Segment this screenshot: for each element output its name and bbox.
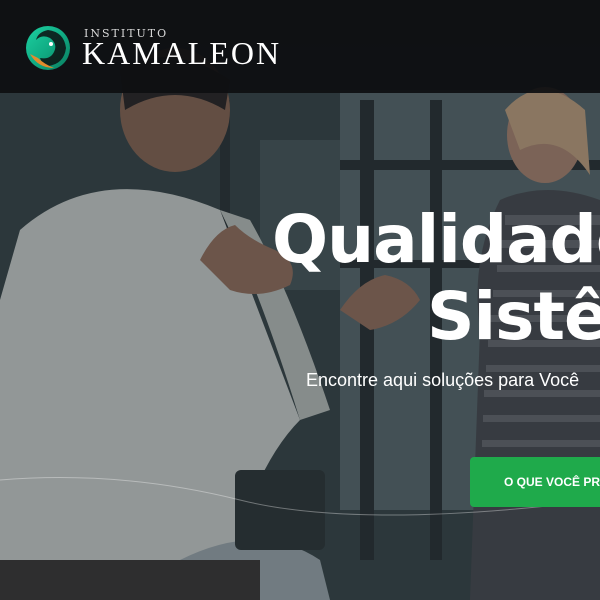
page: INSTITUTO KAMALEON Qualidade Sistê Encon… — [0, 0, 600, 600]
hero-headline-line2: Sistê — [427, 278, 600, 355]
cta-button[interactable]: O QUE VOCÊ PR — [470, 457, 600, 507]
brand-name[interactable]: KAMALEON — [82, 37, 281, 69]
hero-headline-line1: Qualidade — [272, 201, 600, 278]
hero-subtitle: Encontre aqui soluções para Você — [306, 370, 580, 390]
site-header: INSTITUTO KAMALEON — [0, 0, 600, 93]
kamaleon-logo-icon[interactable] — [24, 24, 72, 72]
